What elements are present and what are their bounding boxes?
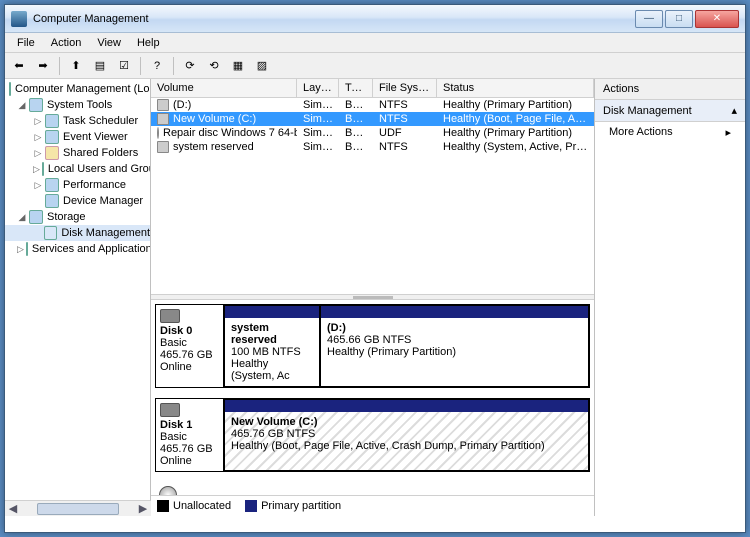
disk-1-header[interactable]: Disk 1 Basic 465.76 GB Online: [156, 399, 224, 471]
device-icon: [45, 194, 59, 208]
chevron-right-icon: ▸: [725, 126, 731, 139]
volume-list-header: Volume Layout Type File System Status: [151, 79, 594, 98]
tree-task-scheduler[interactable]: ▷Task Scheduler: [5, 113, 150, 129]
volume-row[interactable]: New Volume (C:)SimpleBasicNTFSHealthy (B…: [151, 112, 594, 126]
nav-tree[interactable]: Computer Management (Local ◢System Tools…: [5, 79, 151, 516]
scroll-thumb[interactable]: [37, 503, 119, 515]
col-volume[interactable]: Volume: [151, 79, 297, 97]
disk-map[interactable]: Disk 0 Basic 465.76 GB Online system res…: [151, 300, 594, 495]
rescan-button[interactable]: ⟲: [204, 56, 224, 76]
actions-group-disk-management[interactable]: Disk Management▴: [595, 100, 745, 122]
forward-button[interactable]: ➡: [33, 56, 53, 76]
tree-services[interactable]: ▷Services and Applications: [5, 241, 150, 257]
cdrom-0-header[interactable]: CD-ROM 0 DVD (E:) No Media: [155, 482, 223, 495]
drive-icon: [157, 141, 169, 153]
partition-c[interactable]: New Volume (C:)465.76 GB NTFSHealthy (Bo…: [224, 399, 589, 471]
partition-bar: [321, 306, 588, 318]
expand-icon[interactable]: ▷: [33, 116, 43, 126]
show-hide-tree-button[interactable]: ▤: [90, 56, 110, 76]
tree-hscroll[interactable]: ◀ ▶: [5, 500, 151, 516]
legend-unallocated: Unallocated: [157, 500, 231, 512]
tree-system-tools[interactable]: ◢System Tools: [5, 97, 150, 113]
storage-icon: [29, 210, 43, 224]
legend-primary: Primary partition: [245, 500, 341, 512]
menu-action[interactable]: Action: [43, 35, 90, 51]
menu-help[interactable]: Help: [129, 35, 168, 51]
menu-view[interactable]: View: [89, 35, 129, 51]
col-type[interactable]: Type: [339, 79, 373, 97]
refresh-button[interactable]: ⟳: [180, 56, 200, 76]
cdrom-0-row[interactable]: CD-ROM 0 DVD (E:) No Media: [155, 482, 590, 495]
menu-file[interactable]: File: [9, 35, 43, 51]
menubar: File Action View Help: [5, 33, 745, 53]
disk-0-row[interactable]: Disk 0 Basic 465.76 GB Online system res…: [155, 304, 590, 388]
view-top-button[interactable]: ▦: [228, 56, 248, 76]
computer-management-window: Computer Management — □ ✕ File Action Vi…: [4, 4, 746, 533]
disk-icon: [44, 226, 57, 240]
actions-header: Actions: [595, 79, 745, 100]
expand-icon[interactable]: ▷: [17, 244, 24, 254]
cdrom-icon: [157, 127, 159, 139]
actions-panel: Actions Disk Management▴ More Actions▸: [595, 79, 745, 516]
volume-list[interactable]: (D:)SimpleBasicNTFSHealthy (Primary Part…: [151, 98, 594, 294]
scroll-left-icon[interactable]: ◀: [5, 501, 21, 517]
expand-icon[interactable]: ▷: [33, 180, 43, 190]
titlebar[interactable]: Computer Management — □ ✕: [5, 5, 745, 33]
close-button[interactable]: ✕: [695, 10, 739, 28]
disk-1-row[interactable]: Disk 1 Basic 465.76 GB Online New Volume…: [155, 398, 590, 472]
users-icon: [42, 162, 44, 176]
volume-row[interactable]: system reservedSimpleBasicNTFSHealthy (S…: [151, 140, 594, 154]
event-icon: [45, 130, 59, 144]
cdrom-icon: [159, 486, 177, 495]
services-icon: [26, 242, 28, 256]
col-status[interactable]: Status: [437, 79, 594, 97]
legend: Unallocated Primary partition: [151, 495, 594, 516]
collapse-icon[interactable]: ◢: [17, 212, 27, 222]
partition-bar: [225, 306, 319, 318]
col-filesystem[interactable]: File System: [373, 79, 437, 97]
minimize-button[interactable]: —: [635, 10, 663, 28]
tree-shared-folders[interactable]: ▷Shared Folders: [5, 145, 150, 161]
perf-icon: [45, 178, 59, 192]
view-bottom-button[interactable]: ▨: [252, 56, 272, 76]
disk-0-header[interactable]: Disk 0 Basic 465.76 GB Online: [156, 305, 224, 387]
help-button[interactable]: ?: [147, 56, 167, 76]
toolbar: ⬅ ➡ ⬆ ▤ ☑ ? ⟳ ⟲ ▦ ▨: [5, 53, 745, 79]
expand-icon[interactable]: ▷: [33, 148, 43, 158]
wrench-icon: [29, 98, 43, 112]
clock-icon: [45, 114, 59, 128]
disk-icon: [160, 309, 180, 323]
main-panel: Volume Layout Type File System Status (D…: [151, 79, 595, 516]
expand-icon[interactable]: ▷: [33, 164, 40, 174]
partition-bar: [225, 400, 588, 412]
scroll-right-icon[interactable]: ▶: [135, 501, 151, 517]
tree-event-viewer[interactable]: ▷Event Viewer: [5, 129, 150, 145]
action-more-actions[interactable]: More Actions▸: [595, 122, 745, 143]
folder-icon: [45, 146, 59, 160]
tree-disk-management[interactable]: Disk Management: [5, 225, 150, 241]
volume-row[interactable]: Repair disc Windows 7 64-bit (G:)SimpleB…: [151, 126, 594, 140]
tree-root[interactable]: Computer Management (Local: [5, 81, 150, 97]
properties-button[interactable]: ☑: [114, 56, 134, 76]
tree-local-users[interactable]: ▷Local Users and Groups: [5, 161, 150, 177]
expand-icon[interactable]: ▷: [33, 132, 43, 142]
collapse-icon[interactable]: ◢: [17, 100, 27, 110]
maximize-button[interactable]: □: [665, 10, 693, 28]
drive-icon: [157, 113, 169, 125]
back-button[interactable]: ⬅: [9, 56, 29, 76]
window-title: Computer Management: [33, 13, 633, 25]
drive-icon: [157, 99, 169, 111]
computer-icon: [9, 82, 11, 96]
chevron-up-icon: ▴: [731, 104, 737, 117]
app-icon: [11, 11, 27, 27]
tree-storage[interactable]: ◢Storage: [5, 209, 150, 225]
up-button[interactable]: ⬆: [66, 56, 86, 76]
tree-performance[interactable]: ▷Performance: [5, 177, 150, 193]
volume-row[interactable]: (D:)SimpleBasicNTFSHealthy (Primary Part…: [151, 98, 594, 112]
partition-system-reserved[interactable]: system reserved100 MB NTFSHealthy (Syste…: [224, 305, 320, 387]
partition-d[interactable]: (D:)465.66 GB NTFSHealthy (Primary Parti…: [320, 305, 589, 387]
col-layout[interactable]: Layout: [297, 79, 339, 97]
tree-device-manager[interactable]: Device Manager: [5, 193, 150, 209]
disk-icon: [160, 403, 180, 417]
